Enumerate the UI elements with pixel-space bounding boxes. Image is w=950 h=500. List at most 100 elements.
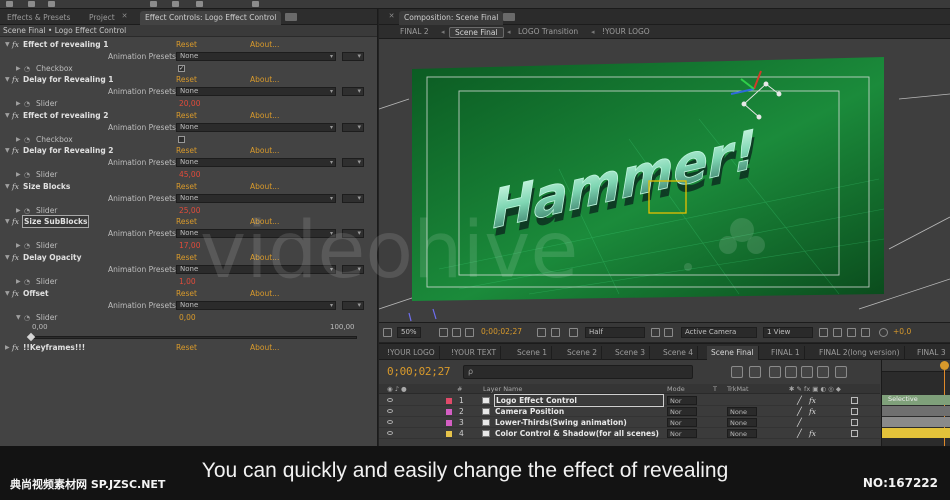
fx-icon[interactable]: fx (12, 181, 19, 192)
quality-switch-icon[interactable]: ╱ (797, 428, 802, 439)
collapsed-triangle-icon[interactable]: ▶ (16, 205, 21, 216)
trkmat-dropdown[interactable]: None (727, 407, 757, 416)
stopwatch-icon[interactable]: ◔ (24, 99, 30, 110)
about-link[interactable]: About... (250, 216, 279, 227)
effect-row[interactable]: ▼ fx Delay for Revealing 2 Reset About..… (0, 145, 377, 156)
collapsed-triangle-icon[interactable]: ▶ (16, 276, 21, 287)
slider-value[interactable]: 1,00 (179, 276, 196, 287)
region-of-interest-icon[interactable] (651, 328, 660, 337)
preset-nav-button[interactable] (342, 264, 364, 275)
effect-row[interactable]: ▼ fx Delay Opacity Reset About... (0, 252, 377, 263)
brush-tool-icon[interactable] (196, 1, 203, 7)
checkbox[interactable]: ✓ (178, 65, 185, 72)
preset-dropdown[interactable]: None ▾ (176, 229, 336, 238)
keyframes-row[interactable]: ▶ fx !!Keyframes!!! Reset About... (0, 342, 377, 353)
stopwatch-icon[interactable]: ◔ (24, 241, 30, 252)
reset-link[interactable]: Reset (176, 252, 197, 263)
preset-nav-button[interactable] (342, 228, 364, 239)
tab-composition[interactable]: Composition: Scene Final (399, 11, 504, 25)
stopwatch-icon[interactable]: ◔ (24, 313, 30, 324)
pen-tool-icon[interactable] (150, 1, 157, 7)
comp-viewport[interactable]: Hammer! Hammer! (379, 39, 950, 322)
expand-triangle-icon[interactable]: ▼ (5, 288, 10, 299)
crumb-final-2[interactable]: FINAL 2 (395, 27, 434, 38)
preset-dropdown[interactable]: None ▾ (176, 265, 336, 274)
crumb-logo-transition[interactable]: LOGO Transition (513, 27, 583, 38)
tab-effects-presets[interactable]: Effects & Presets (2, 11, 75, 25)
fx-icon[interactable]: fx (12, 216, 19, 227)
close-icon[interactable]: ✕ (387, 12, 396, 21)
hide-shy-layers-icon[interactable] (769, 366, 781, 378)
tltab-scene-4[interactable]: Scene 4 (659, 346, 699, 360)
panel-menu-icon[interactable] (285, 13, 297, 21)
transparency-grid-icon[interactable] (664, 328, 673, 337)
color-channel-icon[interactable] (569, 328, 578, 337)
toggle-pixel-aspect-icon[interactable] (819, 328, 828, 337)
collapsed-triangle-icon[interactable]: ▶ (5, 342, 10, 353)
fx-icon[interactable]: fx (12, 342, 19, 353)
blend-mode-dropdown[interactable]: Nor (667, 418, 697, 427)
col-layer-name[interactable]: Layer Name (483, 384, 522, 394)
timeline-icon[interactable] (847, 328, 856, 337)
layer-name[interactable]: Lower-Thirds(Swing animation) (495, 417, 627, 428)
about-link[interactable]: About... (250, 145, 279, 156)
expand-triangle-icon[interactable]: ▼ (16, 312, 21, 323)
about-link[interactable]: About... (250, 252, 279, 263)
label-color-swatch[interactable] (446, 420, 452, 426)
tltab-your-text[interactable]: !YOUR TEXT (447, 346, 502, 360)
tltab-final-3[interactable]: FINAL 3 (913, 346, 950, 360)
text-tool-icon[interactable] (172, 1, 179, 7)
timeline-timecode[interactable]: 0;00;02;27 (387, 365, 451, 378)
preset-dropdown[interactable]: None ▾ (176, 123, 336, 132)
blend-mode-dropdown[interactable]: Nor (667, 396, 697, 405)
3d-layer-icon[interactable] (851, 430, 858, 437)
fx-icon[interactable]: fx (12, 288, 19, 299)
reset-link[interactable]: Reset (176, 39, 197, 50)
graph-editor-icon[interactable] (835, 366, 847, 378)
expand-triangle-icon[interactable]: ▼ (5, 110, 10, 121)
preset-dropdown[interactable]: None ▾ (176, 158, 336, 167)
quality-switch-icon[interactable]: ╱ (797, 406, 802, 417)
preset-nav-button[interactable] (342, 300, 364, 311)
exposure-value[interactable]: +0,0 (893, 327, 911, 338)
preset-nav-button[interactable] (342, 157, 364, 168)
reset-link[interactable]: Reset (176, 74, 197, 85)
layer-name[interactable]: Camera Position (495, 406, 564, 417)
collapsed-triangle-icon[interactable]: ▶ (16, 169, 21, 180)
layer-bar[interactable] (882, 428, 950, 438)
crumb-scene-final[interactable]: Scene Final (449, 27, 504, 38)
always-preview-icon[interactable] (383, 328, 392, 337)
fx-icon[interactable]: fx (12, 110, 19, 121)
fx-icon[interactable]: fx (12, 145, 19, 156)
offset-slider-track[interactable] (32, 336, 357, 339)
slider-value[interactable]: 17,00 (179, 240, 200, 251)
camera-dropdown[interactable]: Active Camera (681, 327, 757, 338)
collapsed-triangle-icon[interactable]: ▶ (16, 98, 21, 109)
quality-switch-icon[interactable]: ╱ (797, 395, 802, 406)
flowchart-icon[interactable] (861, 328, 870, 337)
eye-icon[interactable] (387, 420, 393, 424)
effect-row[interactable]: ▼ fx Delay for Revealing 1 Reset About..… (0, 74, 377, 85)
fx-icon[interactable]: fx (12, 252, 19, 263)
3d-layer-icon[interactable] (851, 397, 858, 404)
fx-icon[interactable]: fx (12, 74, 19, 85)
selection-tool-icon[interactable] (6, 1, 13, 7)
preset-nav-button[interactable] (342, 122, 364, 133)
quality-switch-icon[interactable]: ╱ (797, 417, 802, 428)
eye-icon[interactable] (387, 409, 393, 413)
layer-row[interactable]: 1 Logo Effect Control Nor ╱ fx (379, 394, 880, 407)
layer-name[interactable]: Logo Effect Control (494, 394, 664, 407)
about-link[interactable]: About... (250, 74, 279, 85)
draft-3d-icon[interactable] (749, 366, 761, 378)
tltab-scene-2[interactable]: Scene 2 (563, 346, 603, 360)
checkbox[interactable] (178, 136, 185, 143)
effect-row[interactable]: ▼ fx Size Blocks Reset About... (0, 181, 377, 192)
close-icon[interactable]: ✕ (120, 12, 129, 21)
preset-nav-button[interactable] (342, 51, 364, 62)
expand-triangle-icon[interactable]: ▼ (5, 145, 10, 156)
reset-link[interactable]: Reset (176, 110, 197, 121)
expand-triangle-icon[interactable]: ▼ (5, 216, 10, 227)
comp-mini-flowchart-icon[interactable] (731, 366, 743, 378)
stopwatch-icon[interactable]: ◔ (24, 170, 30, 181)
preset-nav-button[interactable] (342, 86, 364, 97)
